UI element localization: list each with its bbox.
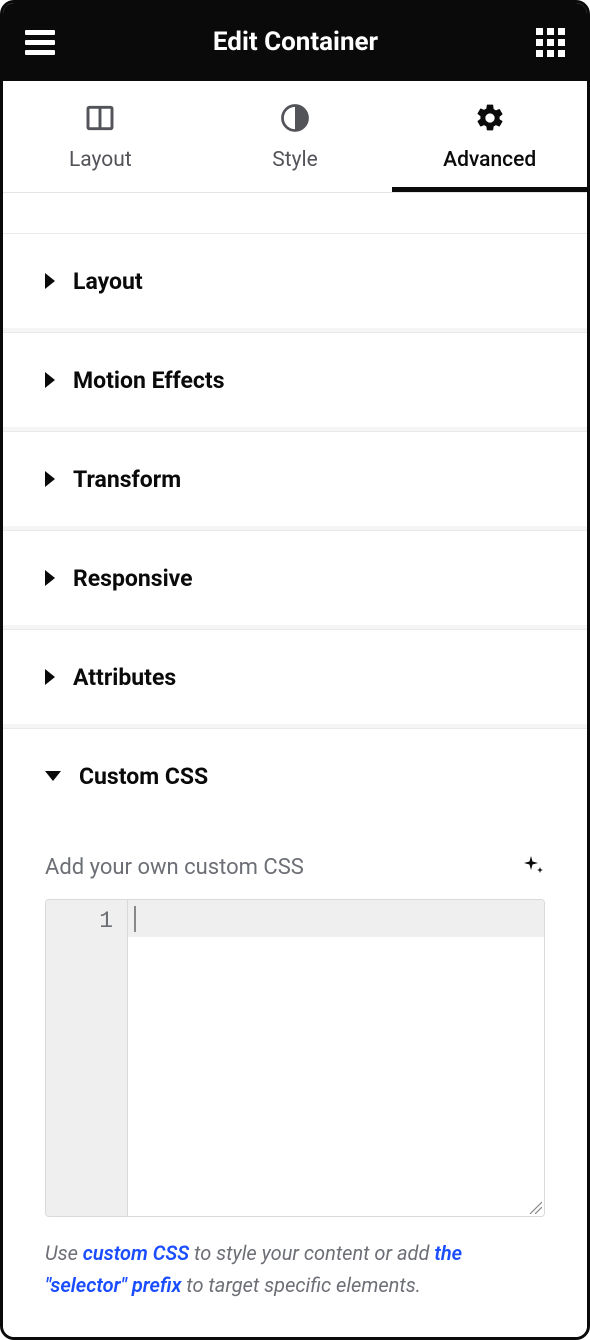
style-icon	[279, 102, 311, 134]
custom-css-body: Add your own custom CSS 1	[3, 823, 587, 1337]
accordion-motion-effects: Motion Effects	[3, 332, 587, 428]
panel-header: Edit Container	[3, 3, 587, 81]
accordion-motion-effects-title: Motion Effects	[73, 367, 225, 394]
code-gutter: 1	[46, 900, 128, 1216]
accordion-responsive-title: Responsive	[73, 565, 193, 592]
content-area: Layout Motion Effects Transform Responsi…	[3, 193, 587, 1337]
resize-handle[interactable]	[526, 1198, 542, 1214]
accordion-layout: Layout	[3, 233, 587, 329]
tab-style-label: Style	[272, 148, 318, 172]
accordion-layout-title: Layout	[73, 268, 143, 295]
caret-right-icon	[45, 372, 55, 388]
accordion-motion-effects-header[interactable]: Motion Effects	[3, 333, 587, 427]
accordion-transform-header[interactable]: Transform	[3, 432, 587, 526]
accordion-attributes: Attributes	[3, 629, 587, 725]
accordion-transform-title: Transform	[73, 466, 181, 493]
css-code-editor[interactable]: 1	[45, 899, 545, 1217]
tab-style[interactable]: Style	[198, 81, 393, 192]
code-area[interactable]	[128, 900, 544, 1216]
accordion-custom-css: Custom CSS Add your own custom CSS 1	[3, 728, 587, 1337]
custom-css-hint: Use custom CSS to style your content or …	[45, 1237, 545, 1301]
custom-css-label: Add your own custom CSS	[45, 855, 304, 880]
tab-advanced[interactable]: Advanced	[392, 81, 587, 192]
accordion-transform: Transform	[3, 431, 587, 527]
accordion-custom-css-title: Custom CSS	[79, 763, 208, 790]
gear-icon	[474, 102, 506, 134]
tabs-bar: Layout Style Advanced	[3, 81, 587, 193]
accordion-custom-css-header[interactable]: Custom CSS	[3, 729, 587, 823]
caret-right-icon	[45, 669, 55, 685]
accordion-attributes-title: Attributes	[73, 664, 176, 691]
editor-panel: Edit Container Layout Style	[0, 0, 590, 1340]
caret-down-icon	[45, 771, 61, 781]
caret-right-icon	[45, 570, 55, 586]
layout-icon	[84, 102, 116, 134]
accordion-layout-header[interactable]: Layout	[3, 234, 587, 328]
accordion-responsive-header[interactable]: Responsive	[3, 531, 587, 625]
apps-button[interactable]	[536, 28, 565, 57]
caret-right-icon	[45, 273, 55, 289]
panel-title: Edit Container	[55, 27, 536, 57]
caret-right-icon	[45, 471, 55, 487]
line-number: 1	[46, 906, 127, 936]
ai-sparkle-button[interactable]	[521, 853, 545, 881]
tab-advanced-label: Advanced	[443, 148, 536, 172]
accordion-responsive: Responsive	[3, 530, 587, 626]
tab-layout-label: Layout	[69, 148, 132, 172]
accordion-attributes-header[interactable]: Attributes	[3, 630, 587, 724]
custom-css-link[interactable]: custom CSS	[83, 1241, 189, 1265]
menu-button[interactable]	[25, 30, 55, 55]
tab-layout[interactable]: Layout	[3, 81, 198, 192]
